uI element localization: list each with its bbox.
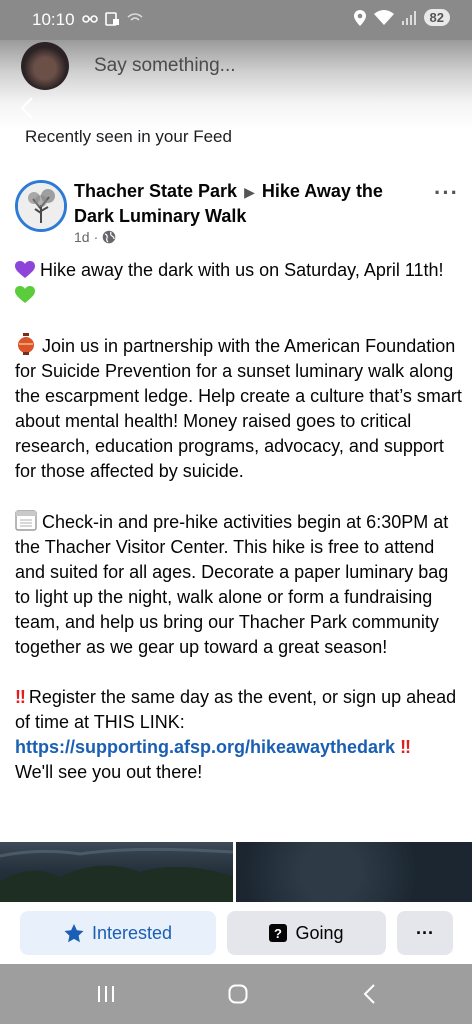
paragraph-3-text: Check-in and pre-hike activities begin a…	[15, 512, 449, 657]
tree-icon	[18, 183, 64, 229]
paragraph-2-text: Join us in partnership with the American…	[15, 336, 462, 481]
more-actions-label: ···	[416, 922, 434, 943]
post-photos	[0, 842, 472, 902]
more-dots-label: ···	[434, 180, 459, 205]
interested-label: Interested	[91, 922, 173, 943]
home-icon[interactable]	[228, 984, 248, 1004]
paragraph-3: Check-in and pre-hike activities begin a…	[15, 509, 463, 660]
header-overlay	[0, 40, 472, 130]
more-actions-button[interactable]: ···	[397, 911, 453, 955]
double-exclamation-icon: ‼	[15, 687, 26, 707]
signal-icon	[401, 10, 416, 25]
calendar-icon	[15, 510, 37, 531]
composer-input[interactable]: Say something...	[94, 55, 236, 77]
post-photo-2[interactable]	[236, 842, 472, 902]
location-icon	[353, 9, 366, 26]
paragraph-2: Join us in partnership with the American…	[15, 333, 463, 484]
post-title: Thacher State Park ▶ Hike Away the Dark …	[74, 179, 414, 228]
paragraph-4: ‼ Register the same day as the event, or…	[15, 685, 463, 785]
status-bar: 10:10 82	[0, 0, 472, 40]
battery-indicator: 82	[423, 9, 450, 26]
status-time: 10:10	[32, 10, 75, 29]
forest-photo-icon	[0, 847, 233, 902]
status-left-icons	[82, 11, 144, 27]
globe-icon	[102, 230, 116, 244]
back-icon[interactable]	[362, 983, 376, 1005]
status-right-icons: 82	[353, 9, 450, 26]
paragraph-1: Hike away the dark with us on Saturday, …	[15, 258, 463, 308]
going-button[interactable]: ? Going	[227, 911, 386, 955]
green-heart-icon	[15, 286, 35, 303]
going-label: Going	[295, 922, 344, 943]
page-avatar[interactable]	[15, 180, 67, 232]
paragraph-4-text: Register the same day as the event, or s…	[15, 687, 457, 732]
closing-text: We'll see you out there!	[15, 762, 203, 782]
double-exclamation-icon-2: ‼	[400, 737, 411, 757]
event-link[interactable]: https://supporting.afsp.org/hikeawaythed…	[15, 737, 395, 757]
lantern-icon	[18, 333, 34, 355]
page-name-link[interactable]: Thacher State Park	[74, 181, 237, 201]
title-separator: ▶	[244, 184, 255, 200]
recents-icon[interactable]	[96, 984, 116, 1004]
system-nav-bar	[0, 964, 472, 1024]
wifi-calling-icon	[127, 13, 143, 21]
svg-text:?: ?	[274, 926, 282, 941]
post-time[interactable]: 1d	[74, 229, 90, 245]
meta-dot: ·	[93, 229, 99, 245]
interested-button[interactable]: Interested	[20, 911, 216, 955]
wifi-icon	[373, 9, 394, 25]
star-icon	[64, 923, 84, 942]
avatar[interactable]	[21, 42, 69, 90]
action-bar: Interested ? Going ···	[0, 902, 472, 964]
post-meta: 1d ·	[74, 229, 116, 245]
feed-context-label: Recently seen in your Feed	[25, 127, 232, 146]
back-chevron-icon[interactable]	[19, 96, 35, 120]
screenshot-icon	[105, 12, 119, 26]
post-more-options[interactable]: ···	[434, 180, 459, 206]
question-box-icon: ?	[269, 924, 288, 942]
purple-heart-icon	[15, 261, 35, 278]
post-body: Hike away the dark with us on Saturday, …	[15, 258, 463, 810]
link-icon	[82, 15, 98, 23]
post-photo-1[interactable]	[0, 842, 233, 902]
paragraph-1-text: Hike away the dark with us on Saturday, …	[40, 260, 444, 280]
